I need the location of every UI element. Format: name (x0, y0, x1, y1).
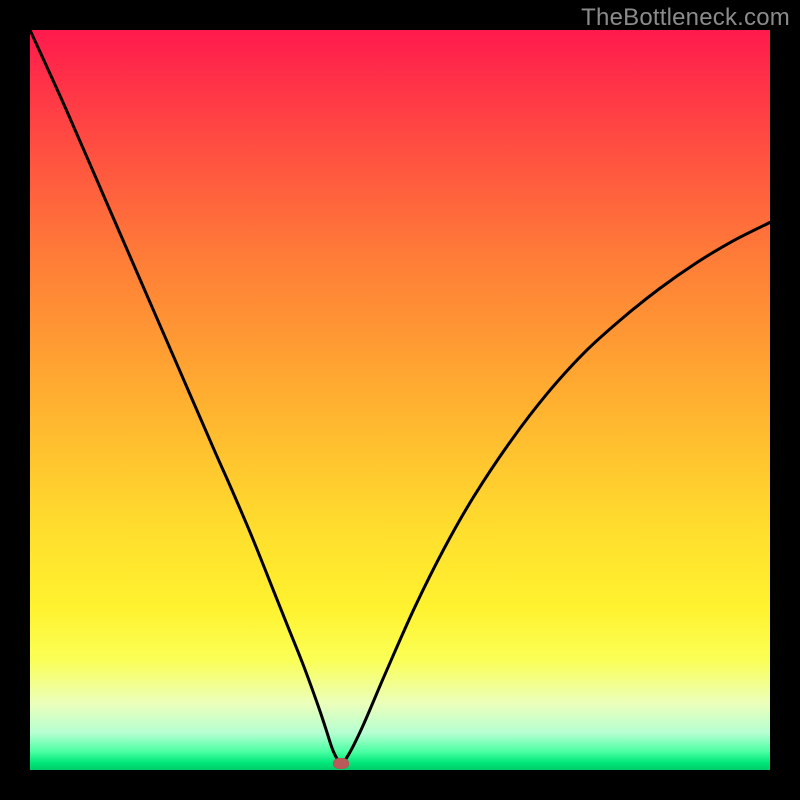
minimum-marker (333, 758, 349, 769)
plot-area (30, 30, 770, 770)
watermark-text: TheBottleneck.com (581, 4, 790, 32)
chart-frame: TheBottleneck.com (0, 0, 800, 800)
bottleneck-curve (30, 30, 770, 763)
curve-svg (30, 30, 770, 770)
